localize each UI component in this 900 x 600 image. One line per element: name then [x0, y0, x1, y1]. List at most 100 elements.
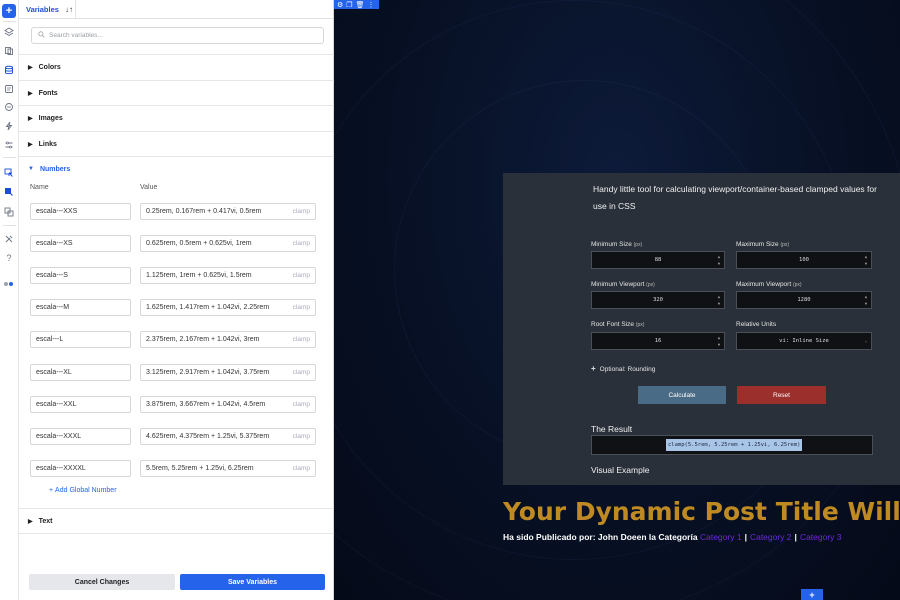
variable-value-input[interactable]: 2.375rem, 2.167rem + 1.042vi, 3rem clamp	[140, 331, 316, 349]
clamp-tag: clamp	[292, 272, 310, 280]
components-icon[interactable]	[2, 205, 16, 219]
builder-canvas[interactable]: ⚙ ❐ 🗑 ⋮ Handy little tool for calculatin…	[334, 0, 900, 600]
add-section-button[interactable]: +	[801, 589, 823, 600]
input-value: 100	[799, 257, 809, 263]
cursor-icon[interactable]	[2, 166, 16, 180]
variable-value-text: 0.25rem, 0.167rem + 0.417vi, 0.5rem	[146, 208, 262, 215]
form-icon[interactable]	[2, 82, 16, 96]
label-text: Root Font Size	[591, 321, 634, 328]
clamp-tag: clamp	[292, 240, 310, 248]
min-size-label: Minimum Size (px)	[591, 241, 642, 248]
panel-tabbar: Variables ↓↑	[19, 0, 333, 19]
variable-value-input[interactable]: 1.625rem, 1.417rem + 1.042vi, 2.25rem cla…	[140, 299, 316, 317]
category-link[interactable]: Category 1	[700, 532, 742, 542]
column-header-value: Value	[140, 184, 158, 191]
clamp-tag: clamp	[292, 336, 310, 344]
variable-value-text: 3.125rem, 2.917rem + 1.042vi, 3.75rem	[146, 368, 270, 376]
duplicate-icon[interactable]: ❐	[346, 1, 352, 9]
caret-right-icon: ▶	[28, 141, 33, 148]
spinner-icon[interactable]: ▲ ▼	[716, 293, 722, 307]
section-fonts[interactable]: ▶ Fonts	[19, 80, 334, 105]
search-input[interactable]: Search variables...	[31, 27, 324, 44]
result-output[interactable]: clamp(5.5rem, 5.25rem + 1.25vi, 6.25rem)	[591, 435, 873, 455]
variable-name-input[interactable]: escala---S	[30, 267, 131, 285]
templates-icon[interactable]	[2, 100, 16, 114]
variable-name-input[interactable]: escala---XXXXL	[30, 459, 131, 477]
optional-label: Optional: Rounding	[599, 366, 656, 373]
cancel-changes-button[interactable]: Cancel Changes	[29, 574, 175, 590]
add-icon[interactable]: +	[2, 4, 16, 18]
section-images[interactable]: ▶ Images	[19, 105, 334, 130]
tab-variables[interactable]: Variables ↓↑	[19, 0, 76, 19]
tools-icon[interactable]	[2, 232, 16, 246]
spinner-icon[interactable]: ▲ ▼	[716, 253, 722, 267]
icon-rail: + ?	[0, 0, 19, 600]
variable-name-input[interactable]: escala---XXS	[30, 203, 131, 220]
trash-icon[interactable]: 🗑	[356, 1, 365, 9]
calculate-button[interactable]: Calculate	[638, 386, 726, 404]
post-meta: Ha sido Publicado por: John Doeen la Cat…	[503, 532, 842, 542]
variable-value-input[interactable]: 0.625rem, 0.5rem + 0.625vi, 1rem clamp	[140, 235, 316, 253]
pages-icon[interactable]	[2, 44, 16, 58]
post-meta-text: Ha sido Publicado por: John Doeen la Cat…	[503, 532, 698, 542]
variable-name-input[interactable]: escala---XXXL	[30, 427, 131, 445]
section-label: Colors	[38, 63, 61, 71]
unit-text: (px)	[635, 322, 645, 328]
visual-example-heading: Visual Example	[591, 465, 650, 475]
sliders-icon[interactable]	[2, 138, 16, 152]
variable-value-input[interactable]: 4.625rem, 4.375rem + 1.25vi, 5.375rem cla…	[140, 427, 316, 445]
variable-value-input[interactable]: 3.125rem, 2.917rem + 1.042vi, 3.75rem cla…	[140, 363, 316, 381]
variable-value-input[interactable]: 1.125rem, 1rem + 0.625vi, 1.5rem clamp	[140, 267, 316, 285]
section-label: Text	[38, 517, 53, 525]
variable-name-input[interactable]: escala---XXL	[30, 395, 131, 413]
variable-value-text: 1.625rem, 1.417rem + 1.042vi, 2.25rem	[146, 304, 270, 312]
variable-value-input[interactable]: 5.5rem, 5.25rem + 1.25vi, 6.25rem clamp	[140, 459, 316, 477]
variable-value-text: 5.5rem, 5.25rem + 1.25vi, 6.25rem	[146, 464, 254, 472]
number-row: escala---XXS 0.25rem, 0.167rem + 0.417vi,…	[30, 203, 316, 221]
max-viewport-input[interactable]: 1280 ▲ ▼	[736, 291, 872, 309]
add-global-number-label: Add Global Number	[55, 487, 117, 494]
more-icon[interactable]: ⋮	[367, 1, 374, 9]
max-size-input[interactable]: 100 ▲ ▼	[736, 251, 872, 269]
lightning-icon[interactable]	[2, 119, 16, 133]
spinner-icon[interactable]: ▲ ▼	[863, 253, 869, 267]
section-divider	[19, 533, 334, 558]
variables-icon[interactable]	[2, 185, 16, 199]
section-numbers[interactable]: ▼ Numbers	[19, 156, 334, 181]
section-links[interactable]: ▶ Links	[19, 131, 334, 156]
variable-name-input[interactable]: escala---XS	[30, 235, 131, 253]
min-size-input[interactable]: 88 ▲ ▼	[591, 251, 725, 269]
sort-icon[interactable]: ↓↑	[65, 5, 73, 14]
variable-value-input[interactable]: 0.25rem, 0.167rem + 0.417vi, 0.5rem clamp	[140, 203, 316, 220]
add-global-number-button[interactable]: + Add Global Number	[49, 487, 117, 494]
optional-rounding-toggle[interactable]: + Optional: Rounding	[591, 364, 655, 373]
gear-icon[interactable]: ⚙	[337, 1, 343, 9]
help-icon[interactable]: ?	[2, 251, 16, 265]
min-viewport-input[interactable]: 320 ▲ ▼	[591, 291, 725, 309]
spinner-icon[interactable]: ▲ ▼	[716, 334, 722, 348]
variable-name-input[interactable]: escala---M	[30, 299, 131, 317]
spinner-icon[interactable]: ▲ ▼	[863, 293, 869, 307]
clamp-tag: clamp	[292, 432, 310, 440]
save-variables-button[interactable]: Save Variables	[180, 574, 325, 590]
unit-text: (px)	[780, 242, 790, 248]
variable-name-input[interactable]: escala---XL	[30, 363, 131, 381]
category-link[interactable]: Category 3	[800, 532, 842, 542]
root-font-input[interactable]: 16 ▲ ▼	[591, 332, 725, 350]
variable-value-text: 4.625rem, 4.375rem + 1.25vi, 5.375rem	[146, 432, 270, 440]
toggle-icon[interactable]	[2, 277, 16, 291]
select-value: vi: Inline Size	[779, 338, 829, 344]
variable-name-input[interactable]: escal---L	[30, 331, 131, 349]
layers-icon[interactable]	[2, 25, 16, 39]
input-value: 1280	[797, 297, 811, 303]
reset-button[interactable]: Reset	[737, 386, 826, 404]
section-text[interactable]: ▶ Text	[19, 508, 334, 533]
category-link[interactable]: Category 2	[750, 532, 792, 542]
tab-variables-label: Variables	[26, 5, 59, 14]
caret-right-icon: ▶	[28, 518, 33, 525]
section-label: Fonts	[38, 89, 58, 97]
relative-units-select[interactable]: vi: Inline Size ⌄	[736, 332, 872, 350]
database-icon[interactable]	[2, 63, 16, 77]
section-colors[interactable]: ▶ Colors	[19, 54, 334, 79]
variable-value-input[interactable]: 3.875rem, 3.667rem + 1.042vi, 4.5rem clam…	[140, 395, 316, 413]
